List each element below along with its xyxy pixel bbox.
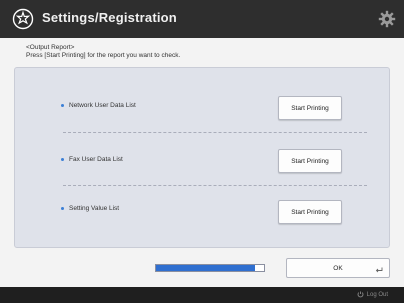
logout-label: Log Out	[366, 291, 388, 298]
divider	[63, 185, 367, 186]
divider	[63, 132, 367, 133]
start-printing-button-setting-value[interactable]: Start Printing	[278, 200, 342, 224]
logout-icon	[357, 291, 364, 298]
enter-arrow-icon	[375, 267, 383, 273]
progress-bar	[155, 264, 265, 272]
progress-fill	[156, 265, 256, 271]
report-panel: Network User Data List Start Printing Fa…	[14, 67, 390, 248]
logout-button[interactable]: Log Out	[357, 291, 388, 298]
ok-button-label: OK	[333, 264, 343, 272]
start-printing-button-network-user[interactable]: Start Printing	[278, 96, 342, 120]
report-label-network-user: Network User Data List	[61, 102, 136, 109]
bullet-icon	[61, 206, 64, 210]
gear-icon[interactable]	[378, 10, 396, 28]
settings-registration-icon	[12, 8, 34, 30]
page-title: Settings/Registration	[42, 10, 177, 25]
ok-button[interactable]: OK	[286, 258, 390, 278]
bullet-icon	[61, 103, 64, 107]
footer-bar: Log Out	[0, 287, 404, 303]
instructions-text: Press [Start Printing] for the report yo…	[26, 52, 181, 59]
report-label-fax-user: Fax User Data List	[61, 156, 123, 163]
instructions: <Output Report> Press [Start Printing] f…	[26, 44, 180, 60]
start-printing-button-fax-user[interactable]: Start Printing	[278, 149, 342, 173]
title-bar: Settings/Registration	[0, 0, 404, 38]
report-label-setting-value: Setting Value List	[61, 205, 119, 212]
instructions-heading: <Output Report>	[26, 44, 75, 51]
bullet-icon	[61, 157, 64, 161]
